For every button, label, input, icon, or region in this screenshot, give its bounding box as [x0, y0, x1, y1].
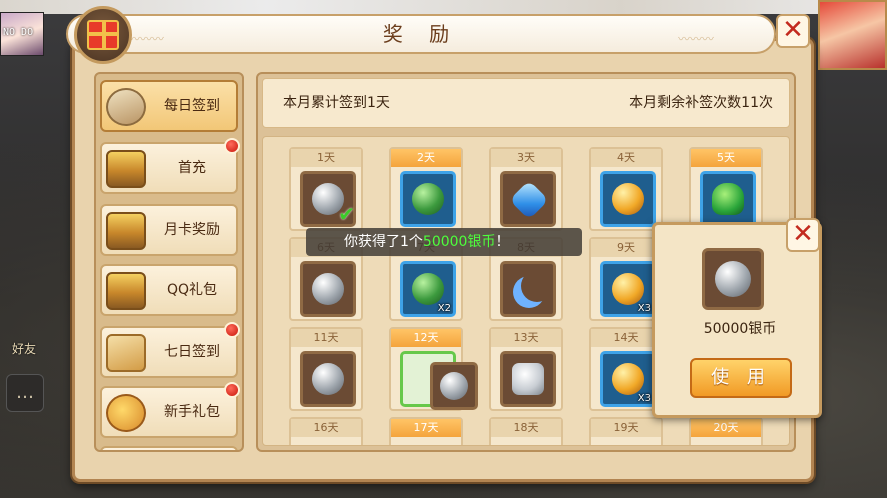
calendar-day-cell[interactable]: 13天: [489, 327, 563, 411]
sidebar-item-daily-signin[interactable]: 每日签到: [100, 80, 238, 132]
gold-orb-icon[interactable]: [600, 171, 656, 227]
day-label: 11天: [291, 329, 361, 347]
day-label: 12天: [391, 329, 461, 347]
checkmark-icon: ✔: [338, 202, 355, 226]
top-status-strip: [0, 0, 887, 14]
popup-item-name: 50000银币: [703, 321, 777, 337]
sidebar-item-newbie-gift[interactable]: 新手礼包: [100, 382, 240, 438]
treasure-chest-icon: [106, 272, 146, 310]
item-quantity: X3: [637, 393, 651, 404]
day-label: 2天: [391, 149, 461, 167]
gold-orb-icon[interactable]: X3: [600, 261, 656, 317]
player-avatar[interactable]: NO DO: [0, 12, 44, 56]
calendar-day-cell[interactable]: 2天: [389, 147, 463, 231]
diamond-icon[interactable]: [500, 351, 556, 407]
character-portrait[interactable]: [818, 0, 887, 70]
sidebar-item-first-recharge[interactable]: 首充: [100, 138, 240, 194]
close-button[interactable]: ✕: [776, 14, 810, 48]
silver-coin-icon[interactable]: [430, 362, 478, 410]
calendar-day-cell[interactable]: 17天: [389, 417, 463, 445]
toast-prefix: 你获得了1个: [344, 234, 423, 250]
sidebar-item-label: 首充: [178, 160, 206, 176]
notification-badge: [224, 382, 240, 398]
treasure-chest-icon: [106, 150, 146, 188]
silver-coin-icon[interactable]: [300, 261, 356, 317]
day-label: 20天: [691, 419, 761, 437]
money-bag-icon: [106, 394, 146, 432]
reward-toast: 你获得了1个50000银币！: [306, 228, 582, 256]
player-avatar-label: NO DO: [3, 27, 34, 38]
gold-orb-icon[interactable]: X3: [600, 351, 656, 407]
green-bottle-icon[interactable]: [700, 171, 756, 227]
jade-orb-icon[interactable]: [400, 171, 456, 227]
map-scroll-icon: [106, 334, 146, 372]
sidebar-item-monthly-card[interactable]: 月卡奖励: [100, 204, 238, 256]
day-label: 17天: [391, 419, 461, 437]
toast-highlight: 50000银币: [422, 234, 496, 250]
sidebar-item-qq-gift[interactable]: QQ礼包: [100, 264, 238, 316]
popup-close-button[interactable]: ✕: [786, 218, 820, 252]
calendar-day-cell[interactable]: 5天: [689, 147, 763, 231]
monthly-signin-count: 本月累计签到1天: [283, 95, 390, 111]
sidebar-item-label: 每日签到: [164, 98, 220, 114]
blue-crystal-icon[interactable]: [500, 171, 556, 227]
notification-badge: [224, 322, 240, 338]
use-button[interactable]: 使 用: [690, 358, 792, 398]
calendar-day-cell[interactable]: 20天: [689, 417, 763, 445]
sidebar-item-label: 新手礼包: [164, 404, 220, 420]
chat-icon[interactable]: …: [6, 374, 44, 412]
calendar-day-cell[interactable]: 11天: [289, 327, 363, 411]
silver-coin-icon[interactable]: [300, 351, 356, 407]
sidebar-item-seven-day-signin[interactable]: 七日签到: [100, 322, 240, 378]
item-quantity: X3: [637, 303, 651, 314]
gift-box-icon: [74, 6, 132, 64]
day-label: 3天: [491, 149, 561, 167]
notification-badge: [224, 138, 240, 154]
day-label: 1天: [291, 149, 361, 167]
panel-title: 奖 励: [382, 22, 460, 46]
day-label: 9天: [591, 239, 661, 257]
day-label: 4天: [591, 149, 661, 167]
treasure-chest-icon: [106, 212, 146, 250]
sidebar-item-label: 七日签到: [164, 344, 220, 360]
panel-title-bar: 〰〰〰 奖 励 〰〰〰: [66, 14, 776, 54]
signin-summary-bar: 本月累计签到1天 本月剩余补签次数11次: [262, 78, 790, 128]
day-label: 19天: [591, 419, 661, 437]
calendar-day-cell[interactable]: 1天 ✔: [289, 147, 363, 231]
day-label: 18天: [491, 419, 561, 437]
sidebar-item-more[interactable]: [100, 446, 238, 450]
scroll-icon: [106, 88, 146, 126]
reward-category-sidebar: 每日签到 首充 月卡奖励 QQ礼包 七日签到 新手礼包: [94, 72, 244, 452]
item-quantity: X2: [437, 303, 451, 314]
sidebar-item-label: QQ礼包: [166, 282, 218, 298]
calendar-day-cell[interactable]: 3天: [489, 147, 563, 231]
jade-orb-icon[interactable]: X2: [400, 261, 456, 317]
day-label: 13天: [491, 329, 561, 347]
calendar-day-cell[interactable]: 18天: [489, 417, 563, 445]
calendar-day-cell[interactable]: 16天: [289, 417, 363, 445]
silver-coin-icon[interactable]: ✔: [300, 171, 356, 227]
toast-suffix: ！: [495, 234, 510, 250]
remaining-makeup-count: 本月剩余补签次数11次: [629, 95, 773, 111]
sidebar-item-label: 月卡奖励: [164, 222, 220, 238]
day-label: 14天: [591, 329, 661, 347]
silver-coin-icon: [702, 248, 764, 310]
day-label: 16天: [291, 419, 361, 437]
title-decoration-right: 〰〰〰: [677, 32, 714, 46]
calendar-day-cell[interactable]: 4天: [589, 147, 663, 231]
friend-label[interactable]: 好友: [12, 340, 36, 357]
calendar-day-cell[interactable]: 19天: [589, 417, 663, 445]
blue-moon-icon[interactable]: [500, 261, 556, 317]
day-label: 5天: [691, 149, 761, 167]
